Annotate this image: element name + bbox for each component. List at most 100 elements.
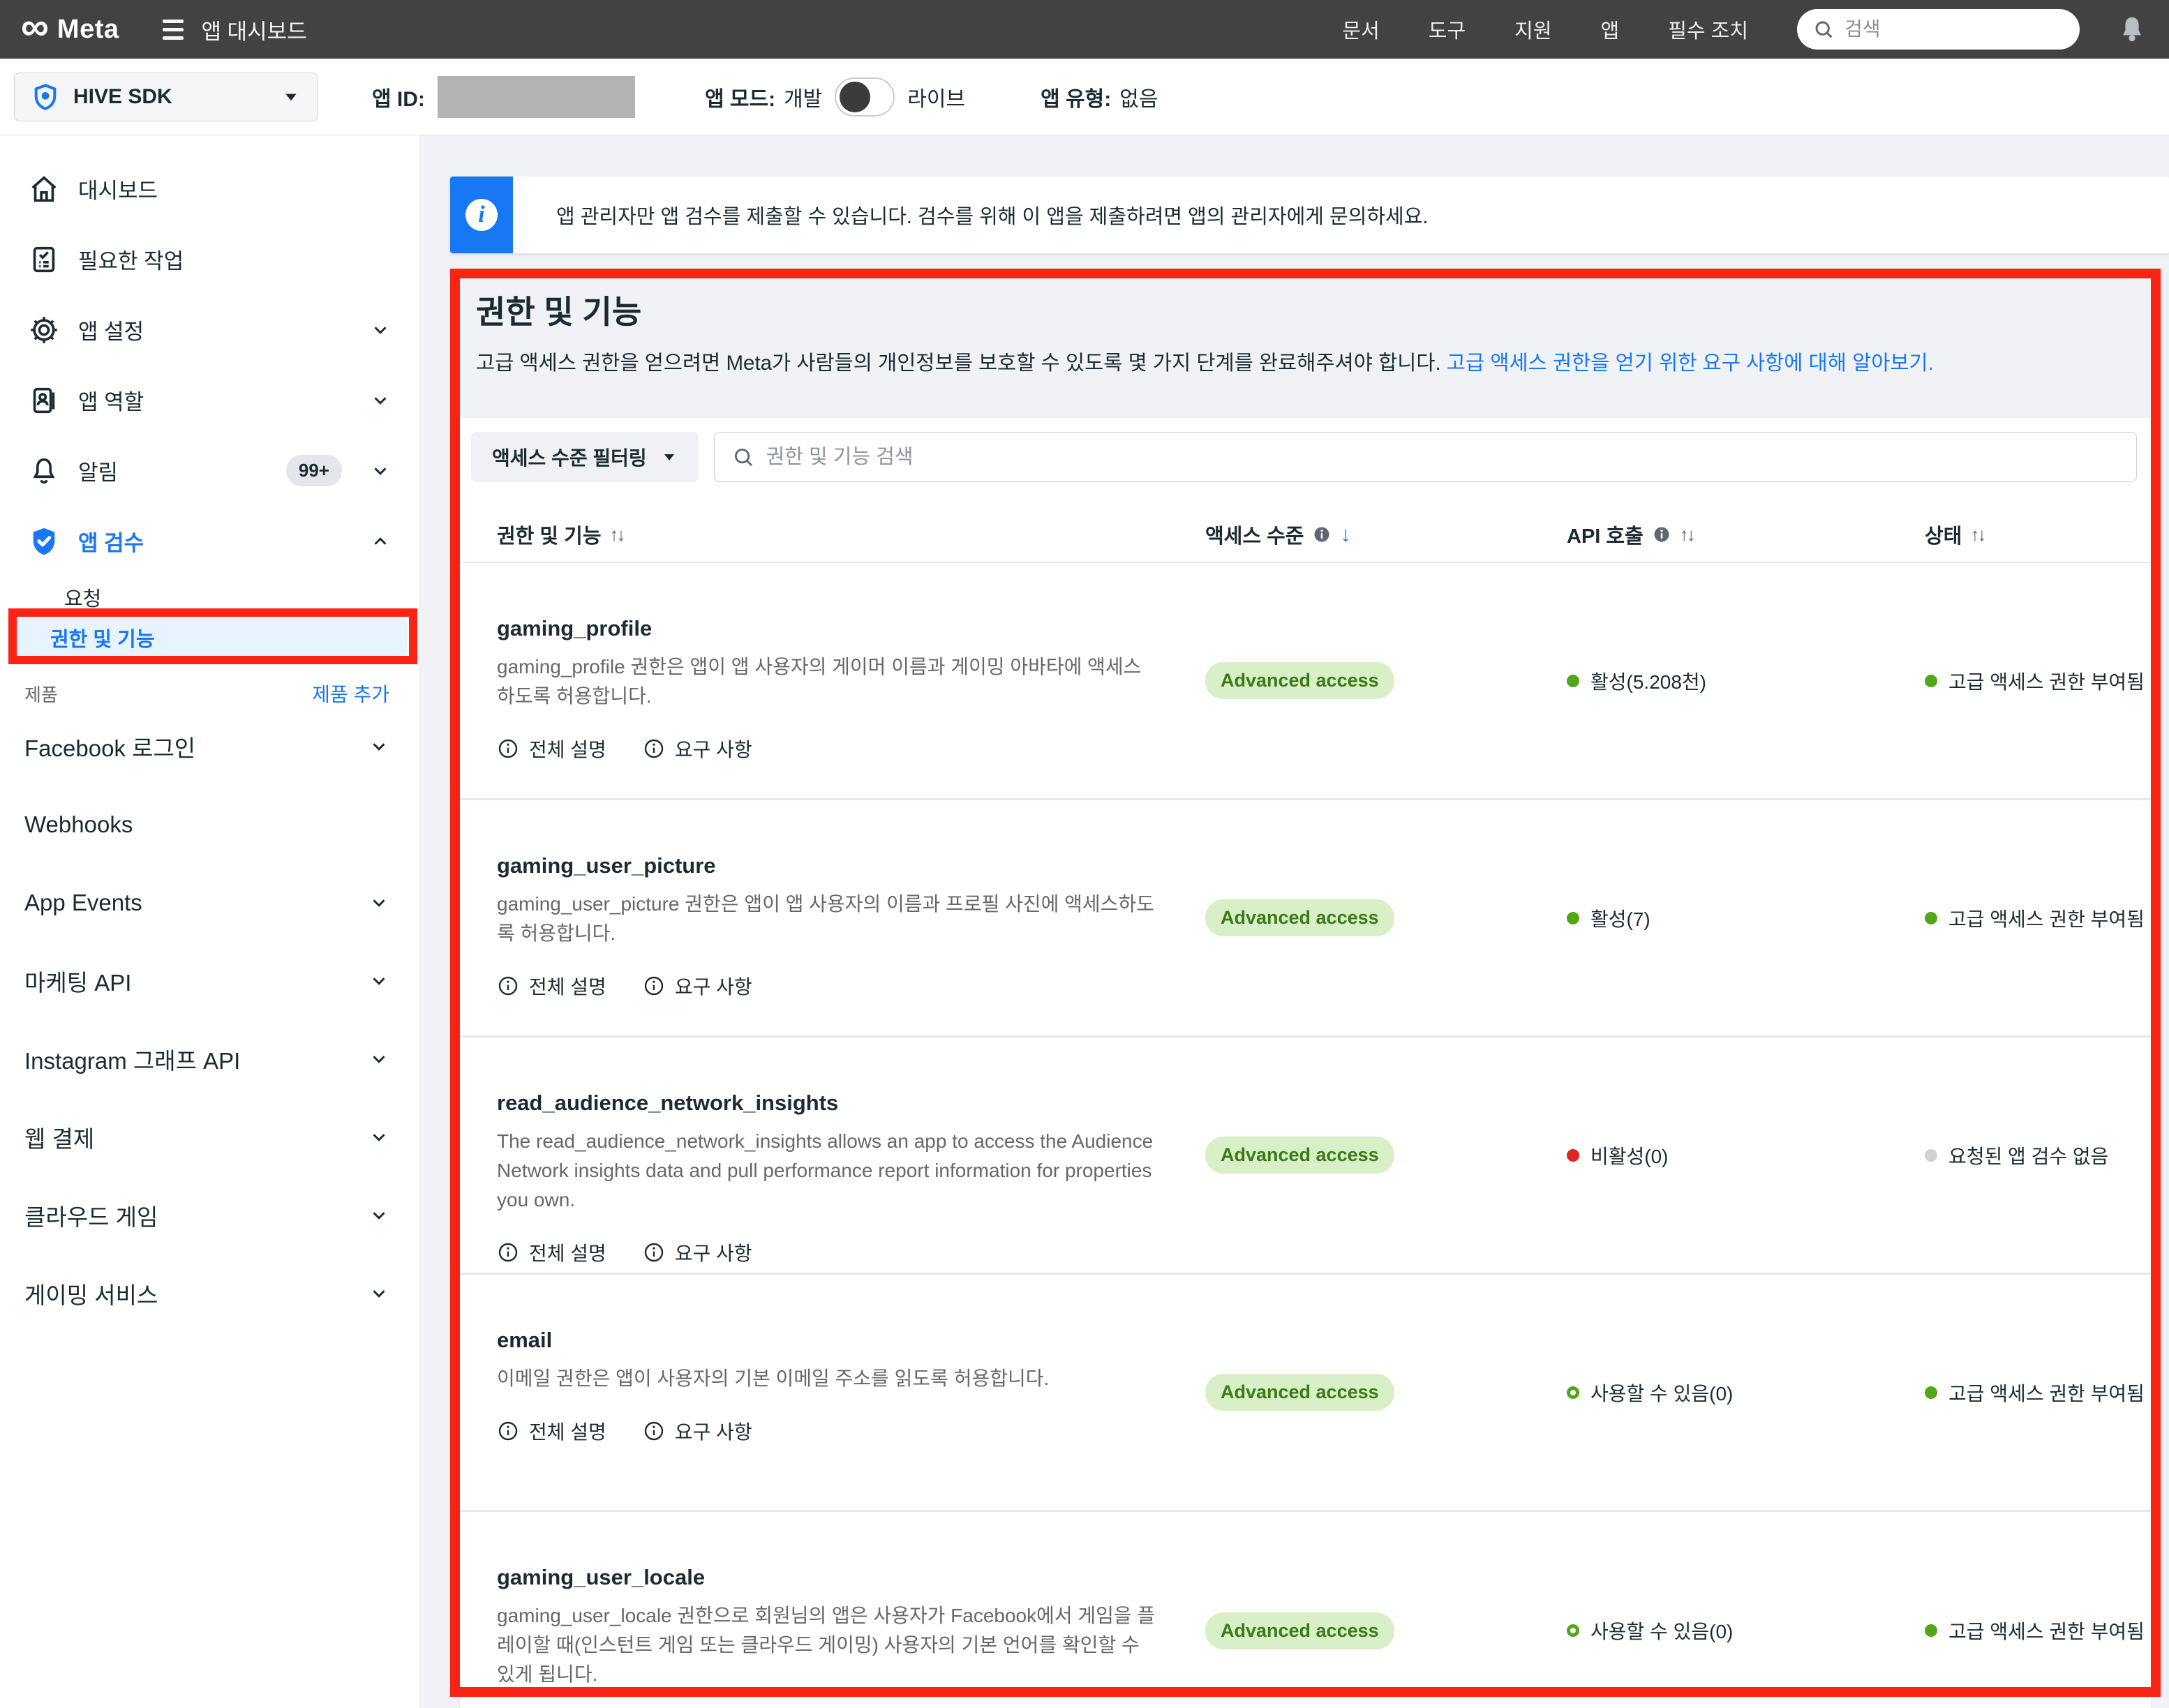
chevron-down-icon [368, 1283, 389, 1304]
toggle-knob [840, 82, 870, 112]
chevron-down-icon [368, 1049, 389, 1070]
status-dot [1925, 1624, 1937, 1637]
bell-outline-icon [28, 455, 60, 487]
chevron-down-icon [370, 460, 391, 481]
col-header-name[interactable]: 권한 및 기능↑↓ [460, 520, 1205, 549]
access-level-badge: Advanced access [1205, 1374, 1394, 1411]
app-id-redacted [438, 76, 635, 118]
sidebar-item-app-roles[interactable]: 앱 역할 [0, 365, 419, 435]
access-level-badge: Advanced access [1205, 1612, 1394, 1649]
selected-app-name: HIVE SDK [73, 85, 172, 109]
app-id-label: 앱 ID: [372, 82, 425, 112]
sidebar-item-label: 앱 역할 [78, 384, 144, 416]
gear-icon [28, 314, 60, 346]
info-circle-icon [497, 1420, 519, 1442]
top-navbar: ∞ Meta 앱 대시보드 문서 도구 지원 앱 필수 조치 [0, 0, 2169, 59]
table-row: gaming_profile gaming_profile 권한은 앱이 앱 사… [460, 563, 2151, 800]
chevron-down-icon [370, 390, 391, 411]
permissions-search[interactable] [714, 432, 2137, 482]
permission-name: email [497, 1328, 1156, 1353]
app-dashboard-title: 앱 대시보드 [202, 14, 307, 45]
sidebar-product-marketing-api[interactable]: 마케팅 API [0, 942, 419, 1020]
alerts-count-badge: 99+ [286, 455, 342, 486]
permission-description: gaming_profile 권한은 앱이 앱 사용자의 게이머 이름과 게이밍… [497, 652, 1156, 711]
sidebar-item-app-review[interactable]: 앱 검수 [0, 506, 419, 576]
info-filled-icon [1312, 525, 1332, 544]
full-description-link[interactable]: 전체 설명 [497, 1417, 606, 1445]
requirements-link[interactable]: 요구 사항 [643, 972, 752, 1000]
app-type-label: 앱 유형: [1041, 82, 1111, 112]
meta-logo[interactable]: ∞ Meta [21, 10, 119, 49]
info-banner-text: 앱 관리자만 앱 검수를 제출할 수 있습니다. 검수를 위해 이 앱을 제출하… [513, 177, 2169, 253]
sidebar-product-instagram-graph-api[interactable]: Instagram 그래프 API [0, 1020, 419, 1098]
sidebar-product-facebook-login[interactable]: Facebook 로그인 [0, 707, 419, 786]
app-mode-toggle[interactable] [835, 77, 895, 117]
dropdown-caret-icon [282, 88, 300, 106]
sidebar-product-web-payments[interactable]: 웹 결제 [0, 1098, 419, 1176]
add-product-link[interactable]: 제품 추가 [312, 680, 389, 707]
chevron-up-icon [370, 531, 391, 552]
api-calls-dot [1567, 675, 1579, 687]
notification-bell-icon[interactable] [2116, 13, 2148, 45]
permission-name: read_audience_network_insights [497, 1091, 1156, 1116]
id-badge-icon [28, 384, 60, 417]
full-description-link[interactable]: 전체 설명 [497, 735, 606, 763]
global-search-input[interactable] [1844, 18, 2054, 40]
global-search[interactable] [1797, 9, 2080, 50]
chevron-down-icon [368, 971, 389, 991]
app-shield-icon [31, 83, 59, 111]
info-circle-icon [497, 975, 519, 997]
access-level-filter-button[interactable]: 액세스 수준 필터링 [471, 432, 699, 482]
hamburger-menu-icon[interactable] [163, 20, 184, 40]
info-banner: i 앱 관리자만 앱 검수를 제출할 수 있습니다. 검수를 위해 이 앱을 제… [450, 177, 2169, 253]
chevron-down-icon [368, 736, 389, 757]
sidebar-product-app-events[interactable]: App Events [0, 864, 419, 942]
sidebar-item-label: 대시보드 [78, 173, 158, 204]
col-header-status[interactable]: 상태↑↓ [1925, 520, 2151, 549]
nav-tools[interactable]: 도구 [1429, 15, 1466, 44]
api-calls-dot [1567, 1624, 1579, 1637]
table-header: 권한 및 기능↑↓ 액세스 수준 ↓ API 호출 [460, 507, 2151, 563]
sidebar-item-required-tasks[interactable]: 필요한 작업 [0, 224, 419, 294]
status-text: 요청된 앱 검수 없음 [1948, 1141, 2108, 1169]
nav-required-actions[interactable]: 필수 조치 [1668, 15, 1748, 44]
nav-docs[interactable]: 문서 [1342, 15, 1379, 44]
requirements-link[interactable]: 요구 사항 [643, 735, 752, 763]
api-calls-text: 사용할 수 있음(0) [1590, 1379, 1733, 1407]
sidebar-product-gaming-services[interactable]: 게이밍 서비스 [0, 1254, 419, 1333]
col-header-access[interactable]: 액세스 수준 ↓ [1205, 520, 1567, 549]
permissions-search-input[interactable] [766, 446, 2119, 469]
sidebar-item-dashboard[interactable]: 대시보드 [0, 153, 419, 224]
shield-check-icon [28, 525, 60, 557]
requirements-link[interactable]: 요구 사항 [643, 1238, 752, 1266]
info-filled-icon [1652, 525, 1671, 544]
nav-apps[interactable]: 앱 [1601, 15, 1620, 44]
info-circle-icon [643, 975, 665, 997]
app-selector-dropdown[interactable]: HIVE SDK [14, 73, 318, 121]
access-level-badge: Advanced access [1205, 662, 1394, 699]
sidebar-product-webhooks[interactable]: Webhooks [0, 786, 419, 864]
api-calls-text: 활성(7) [1590, 904, 1650, 932]
nav-support[interactable]: 지원 [1514, 15, 1551, 44]
sidebar-subitem-permissions[interactable]: 권한 및 기능 [15, 618, 408, 657]
status-text: 고급 액세스 권한 부여됨 [1948, 904, 2145, 932]
api-calls-text: 비활성(0) [1590, 1141, 1669, 1169]
chevron-down-icon [368, 892, 389, 913]
sidebar-subitem-requests[interactable]: 요청 [0, 576, 419, 618]
search-icon [1812, 18, 1835, 40]
main-content: i 앱 관리자만 앱 검수를 제출할 수 있습니다. 검수를 위해 이 앱을 제… [419, 135, 2169, 1708]
page-description: 고급 액세스 권한을 얻으려면 Meta가 사람들의 개인정보를 보호할 수 있… [476, 352, 1441, 375]
col-header-api[interactable]: API 호출 ↑↓ [1567, 520, 1925, 549]
full-description-link[interactable]: 전체 설명 [497, 1238, 606, 1266]
app-mode-label: 앱 모드: [705, 82, 775, 112]
learn-more-link[interactable]: 고급 액세스 권한을 얻기 위한 요구 사항에 대해 알아보기. [1447, 352, 1934, 375]
sidebar-item-alerts[interactable]: 알림 99+ [0, 435, 419, 506]
full-description-link[interactable]: 전체 설명 [497, 972, 606, 1000]
app-mode-live-label: 라이브 [907, 82, 965, 112]
permission-description: The read_audience_network_insights allow… [497, 1127, 1156, 1215]
requirements-link[interactable]: 요구 사항 [643, 1417, 752, 1445]
info-icon: i [450, 177, 513, 253]
sidebar-item-app-settings[interactable]: 앱 설정 [0, 294, 419, 365]
chevron-down-icon [370, 320, 391, 340]
sidebar-product-cloud-games[interactable]: 클라우드 게임 [0, 1176, 419, 1254]
